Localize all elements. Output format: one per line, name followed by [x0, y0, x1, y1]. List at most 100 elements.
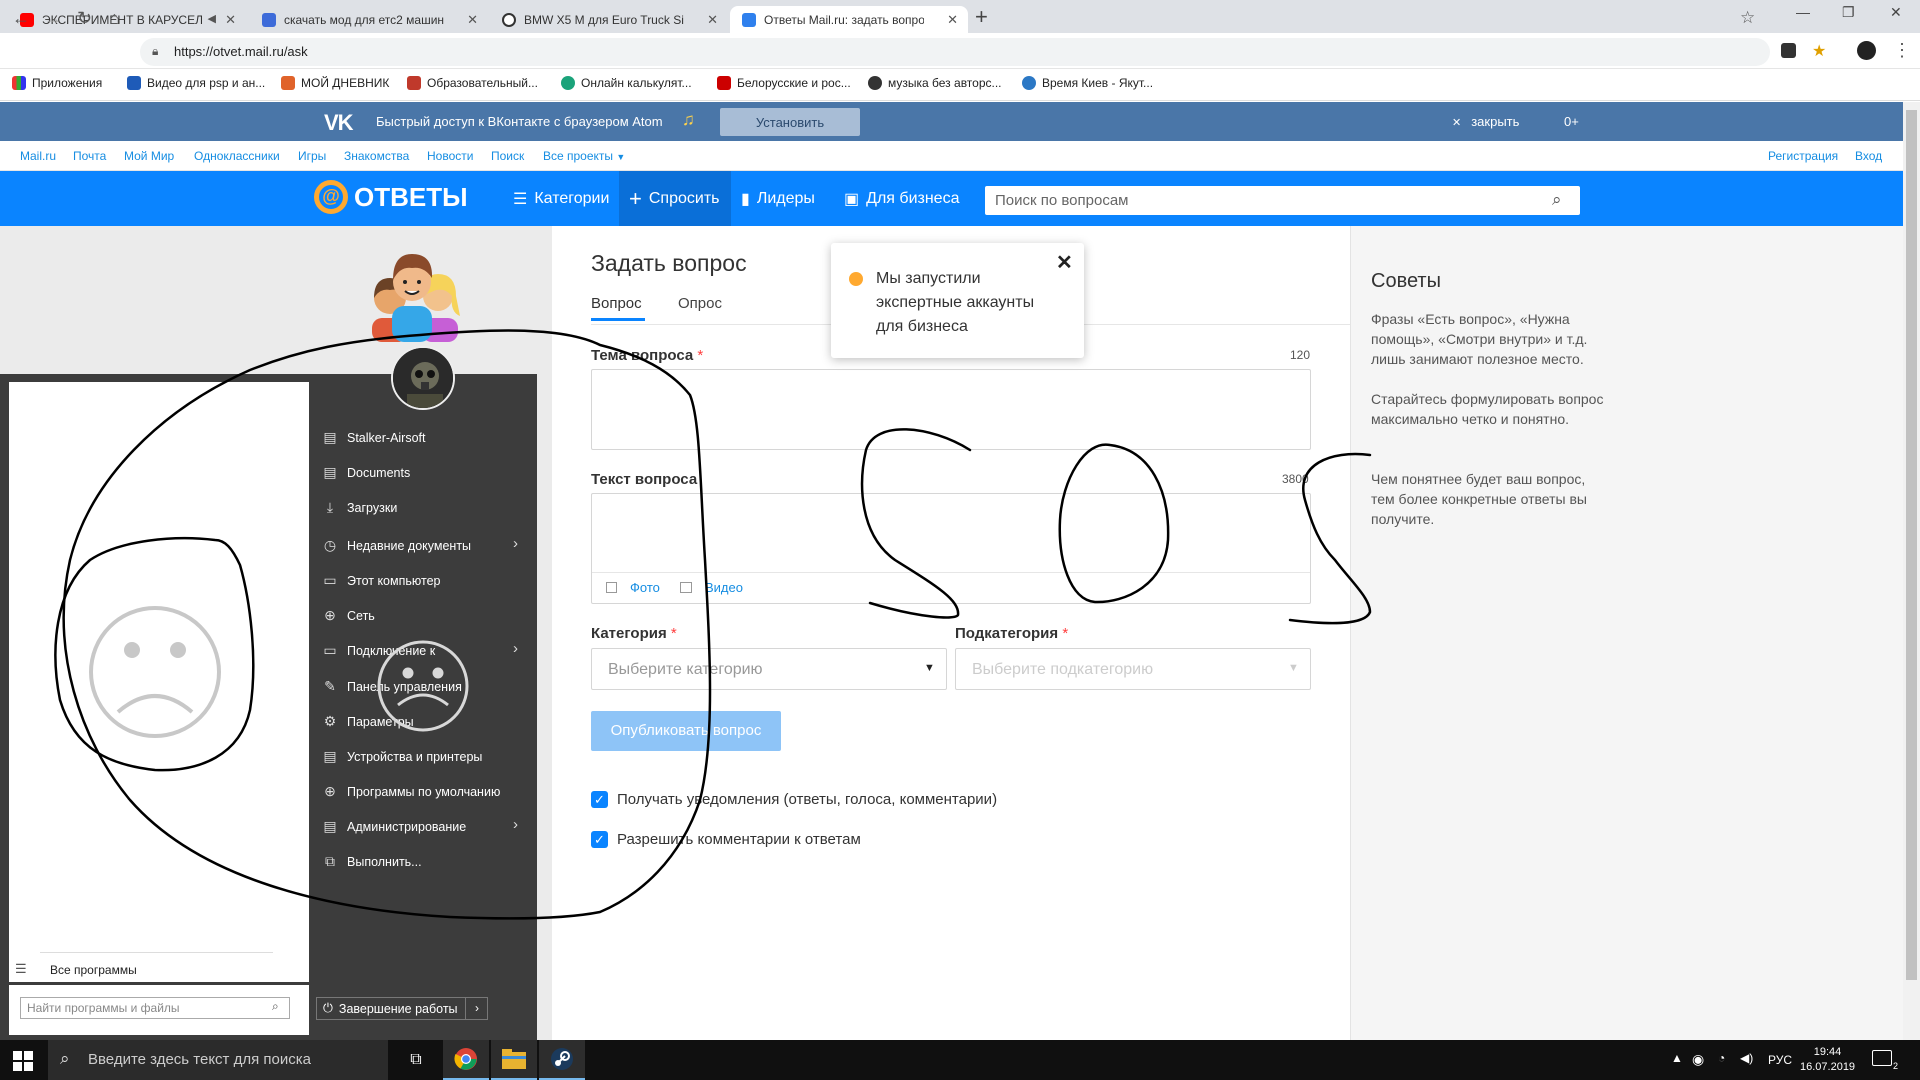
- register-link[interactable]: Регистрация: [1768, 149, 1838, 163]
- publish-button[interactable]: Опубликовать вопрос: [591, 711, 781, 751]
- profile-avatar[interactable]: [1857, 41, 1876, 60]
- clock[interactable]: 19:44 16.07.2019: [1800, 1045, 1855, 1075]
- start-item-run[interactable]: ⧉ Выполнить...: [322, 853, 422, 870]
- popup-text[interactable]: Мы запустили экспертные аккаунты для биз…: [876, 267, 1056, 339]
- topic-input[interactable]: [591, 369, 1311, 450]
- attach-photo-link[interactable]: Фото: [630, 580, 660, 595]
- close-tab-icon[interactable]: ✕: [225, 12, 236, 28]
- taskbar-search-input[interactable]: Введите здесь текст для поиска: [48, 1040, 388, 1080]
- address-bar[interactable]: https://otvet.mail.ru/ask: [140, 38, 1770, 66]
- tray-expand-icon[interactable]: ▲: [1671, 1051, 1683, 1065]
- portal-link-all-projects[interactable]: Все проекты ▼: [543, 149, 625, 163]
- install-button[interactable]: Установить: [720, 108, 860, 136]
- taskbar-explorer[interactable]: [491, 1040, 537, 1080]
- nav-business[interactable]: ▣ Для бизнеса: [834, 171, 969, 226]
- all-programs-label[interactable]: Все программы: [50, 963, 137, 977]
- bookmark-item[interactable]: Онлайн калькулят...: [561, 76, 692, 90]
- forward-icon[interactable]: →: [44, 8, 62, 29]
- language-indicator[interactable]: РУС: [1768, 1053, 1792, 1067]
- extension-star-icon[interactable]: ★: [1812, 41, 1826, 61]
- answers-logo[interactable]: @ ОТВЕТЫ: [314, 180, 468, 214]
- minimize-button[interactable]: —: [1796, 4, 1810, 20]
- comments-checkbox[interactable]: ✓: [591, 831, 608, 848]
- search-icon[interactable]: ⌕: [1552, 190, 1562, 210]
- comments-label[interactable]: Разрешить комментарии к ответам: [617, 831, 861, 848]
- portal-link-dating[interactable]: Знакомства: [344, 149, 409, 163]
- bookmark-item[interactable]: Белорусские и рос...: [717, 76, 851, 90]
- bookmark-item[interactable]: Видео для psp и ан...: [127, 76, 265, 90]
- chevron-right-icon[interactable]: ›: [513, 640, 518, 657]
- close-tab-icon[interactable]: ✕: [707, 12, 718, 28]
- start-item-settings[interactable]: ⚙ Параметры: [322, 713, 414, 730]
- nav-categories[interactable]: ☰ Категории: [503, 171, 619, 226]
- notifications-icon[interactable]: [1872, 1050, 1892, 1066]
- attach-video-link[interactable]: Видео: [705, 580, 743, 595]
- question-text-input[interactable]: [591, 493, 1311, 604]
- portal-link-search[interactable]: Поиск: [491, 149, 524, 163]
- nav-leaders[interactable]: ▮ Лидеры: [731, 171, 825, 226]
- steam-tray-icon[interactable]: ◉: [1692, 1051, 1704, 1068]
- browser-menu-icon[interactable]: ⋮: [1893, 40, 1911, 61]
- bookmark-item[interactable]: музыка без авторс...: [868, 76, 1002, 90]
- bookmark-item[interactable]: Образовательный...: [407, 76, 538, 90]
- nav-ask[interactable]: + Спросить: [619, 171, 731, 226]
- portal-link-games[interactable]: Игры: [298, 149, 326, 163]
- tab-question[interactable]: Вопрос: [591, 295, 642, 312]
- volume-icon[interactable]: ◀): [1740, 1051, 1753, 1065]
- back-icon[interactable]: ←: [12, 8, 30, 29]
- page-scrollbar[interactable]: [1903, 102, 1920, 1040]
- subcategory-select[interactable]: Выберите подкатегорию: [955, 648, 1311, 690]
- subcategory-dropdown-icon[interactable]: ▼: [1288, 662, 1299, 674]
- portal-link-mail[interactable]: Почта: [73, 149, 106, 163]
- start-item-documents[interactable]: ▤ Documents: [322, 464, 410, 481]
- start-item-connect-to[interactable]: ▭ Подключение к: [322, 642, 435, 659]
- search-icon[interactable]: ⌕: [272, 999, 279, 1014]
- start-item-this-pc[interactable]: ▭ Этот компьютер: [322, 572, 440, 589]
- extension-icon[interactable]: [1781, 43, 1796, 58]
- portal-link-mailru[interactable]: Mail.ru: [20, 149, 56, 163]
- restore-button[interactable]: ❐: [1842, 4, 1855, 21]
- scrollbar-thumb[interactable]: [1906, 110, 1917, 980]
- start-item-control-panel[interactable]: ✎ Панель управления: [322, 678, 462, 695]
- tab-poll[interactable]: Опрос: [678, 295, 722, 312]
- close-popup-icon[interactable]: ✕: [1056, 250, 1073, 275]
- close-window-button[interactable]: ✕: [1890, 4, 1902, 21]
- mute-icon[interactable]: ◀: [208, 12, 216, 25]
- network-icon[interactable]: ◔: [1718, 1051, 1725, 1065]
- close-tab-icon[interactable]: ✕: [467, 12, 478, 28]
- start-item-devices-printers[interactable]: ▤ Устройства и принтеры: [322, 748, 482, 765]
- browser-tab-2[interactable]: скачать мод для етс2 машины ✕: [250, 6, 488, 33]
- start-item-network[interactable]: ⊕ Сеть: [322, 607, 375, 624]
- start-item-downloads[interactable]: ⤓ Загрузки: [322, 499, 397, 516]
- start-item-default-programs[interactable]: ⊕ Программы по умолчанию: [322, 783, 500, 800]
- task-view-button[interactable]: ⧉: [393, 1040, 439, 1080]
- new-tab-button[interactable]: +: [975, 4, 988, 30]
- chevron-right-icon[interactable]: ›: [513, 816, 518, 833]
- portal-link-myworld[interactable]: Мой Мир: [124, 149, 174, 163]
- category-select[interactable]: Выберите категорию: [591, 648, 947, 690]
- shutdown-button[interactable]: ⏻ Завершение работы: [316, 997, 488, 1020]
- start-search-input[interactable]: Найти программы и файлы: [20, 997, 290, 1019]
- taskbar-chrome[interactable]: [443, 1040, 489, 1080]
- home-icon[interactable]: ⌂: [109, 8, 120, 29]
- bookmark-item[interactable]: Время Киев - Якут...: [1022, 76, 1153, 90]
- reload-icon[interactable]: ↻: [77, 8, 92, 29]
- login-link[interactable]: Вход: [1855, 149, 1882, 163]
- chevron-right-icon[interactable]: ›: [513, 535, 518, 552]
- close-tab-icon[interactable]: ✕: [947, 12, 958, 28]
- shutdown-options-button[interactable]: ›: [465, 997, 488, 1020]
- user-avatar[interactable]: [391, 346, 455, 410]
- category-dropdown-icon[interactable]: ▼: [924, 662, 935, 674]
- close-banner-link[interactable]: ✕ закрыть: [1452, 114, 1519, 129]
- portal-link-ok[interactable]: Одноклассники: [194, 149, 280, 163]
- notify-label[interactable]: Получать уведомления (ответы, голоса, ко…: [617, 791, 997, 808]
- windows-start-icon[interactable]: [13, 1051, 33, 1071]
- question-search-input[interactable]: Поиск по вопросам: [985, 186, 1580, 215]
- start-item-user-folder[interactable]: ▤ Stalker-Airsoft: [322, 429, 425, 446]
- bookmark-item[interactable]: МОЙ ДНЕВНИК: [281, 76, 389, 90]
- taskbar-steam[interactable]: [539, 1040, 585, 1080]
- browser-tab-4-active[interactable]: Ответы Mail.ru: задать вопрос ✕: [730, 6, 968, 33]
- bookmark-apps[interactable]: Приложения: [12, 76, 102, 90]
- portal-link-news[interactable]: Новости: [427, 149, 473, 163]
- bookmark-star-icon[interactable]: ☆: [1740, 8, 1755, 28]
